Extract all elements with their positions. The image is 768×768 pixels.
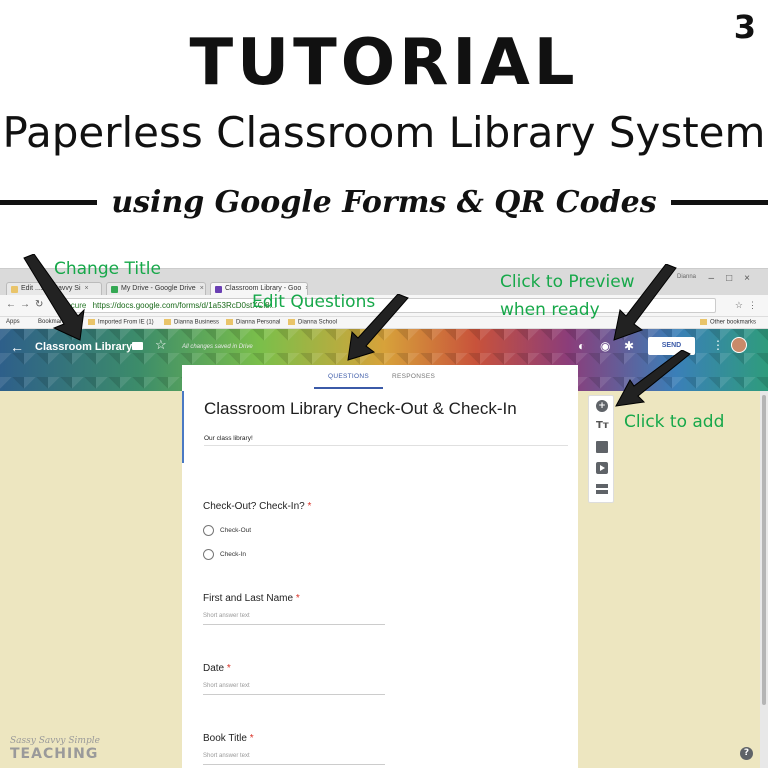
tagline: using Google Forms & QR Codes	[111, 184, 657, 220]
option-label: Check-Out	[220, 527, 252, 534]
url-text: https://docs.google.com/forms/d/1a53RcD0…	[92, 301, 277, 310]
add-question-icon[interactable]: +	[596, 400, 608, 412]
section-icon[interactable]	[596, 484, 608, 494]
option-label: Check-In	[220, 551, 247, 558]
tab-questions[interactable]: QUESTIONS	[314, 373, 383, 389]
radio-check-out[interactable]	[203, 525, 214, 536]
browser-tab[interactable]: My Drive - Google Drive ×	[106, 282, 206, 295]
scrollbar[interactable]	[760, 391, 768, 768]
close-icon[interactable]: ×	[305, 285, 307, 292]
palette-icon[interactable]: ◐	[578, 339, 585, 353]
title-text-icon[interactable]: Tт	[596, 420, 609, 432]
window-controls[interactable]: –□×	[709, 273, 762, 284]
avatar[interactable]	[731, 337, 747, 353]
image-icon[interactable]	[596, 441, 608, 453]
tab-label: My Drive - Google Drive	[121, 285, 196, 292]
folder-icon	[288, 319, 295, 325]
tagline-row: using Google Forms & QR Codes	[0, 182, 768, 222]
arrow-add	[615, 350, 691, 407]
tutorial-title: TUTORIAL	[189, 26, 579, 100]
tab-favicon-icon	[11, 286, 18, 293]
question-toolbar: + Tт	[588, 395, 614, 503]
star-icon[interactable]: ☆	[155, 337, 167, 353]
form-title-block[interactable]: Classroom Library Check-Out & Check-In O…	[182, 391, 578, 463]
more-options-icon[interactable]: ⋮	[712, 338, 724, 352]
close-icon[interactable]: ×	[200, 285, 204, 292]
form-tabs: QUESTIONS RESPONSES	[182, 365, 578, 391]
form-editor-card: Classroom Library Check-Out & Check-In O…	[182, 391, 578, 768]
form-description[interactable]: Our class library!	[204, 435, 253, 442]
short-answer-field[interactable]: Short answer text	[203, 613, 385, 625]
back-icon[interactable]: ←	[6, 299, 16, 310]
question-name[interactable]: First and Last Name *	[203, 593, 300, 604]
bookmark-folder[interactable]: Imported From IE (1)	[88, 319, 154, 326]
question-date[interactable]: Date *	[203, 663, 231, 674]
scrollbar-thumb[interactable]	[762, 395, 766, 705]
question-checkout-checkin[interactable]: Check-Out? Check-In? *	[203, 501, 311, 512]
annotation-edit-questions: Edit Questions	[252, 292, 376, 312]
folder-icon	[88, 319, 95, 325]
drive-icon	[111, 286, 118, 293]
annotation-preview-line1: Click to Preview	[500, 272, 635, 292]
watermark-logo: Sassy Savvy Simple TEACHING	[6, 736, 126, 766]
save-status: All changes saved in Drive	[182, 344, 253, 350]
annotation-preview-line2: when ready	[500, 300, 600, 320]
folder-icon	[700, 319, 707, 325]
divider-right	[670, 199, 768, 205]
bookmark-folder[interactable]: Dianna Business	[164, 319, 219, 326]
annotation-change-title: Change Title	[54, 259, 161, 279]
tutorial-subtitle: Paperless Classroom Library System	[2, 108, 766, 157]
divider	[204, 445, 568, 446]
video-icon[interactable]	[596, 462, 608, 474]
tab-label: Classroom Library - Goo	[225, 285, 302, 292]
required-mark: *	[295, 593, 300, 604]
folder-icon[interactable]	[132, 342, 143, 350]
short-answer-field[interactable]: Short answer text	[203, 683, 385, 695]
extension-icons[interactable]: ☆⋮	[735, 300, 762, 311]
folder-icon	[226, 319, 233, 325]
forms-icon	[215, 286, 222, 293]
other-bookmarks[interactable]: Other bookmarks	[700, 319, 756, 326]
form-title[interactable]: Classroom Library Check-Out & Check-In	[204, 399, 517, 419]
watermark-line2: TEACHING	[10, 746, 99, 762]
help-icon[interactable]: ?	[740, 747, 753, 760]
question-book-title[interactable]: Book Title *	[203, 733, 254, 744]
short-answer-field[interactable]: Short answer text	[203, 753, 385, 765]
folder-icon	[164, 319, 171, 325]
required-mark: *	[249, 733, 254, 744]
bookmark-folder[interactable]: Dianna Personal	[226, 319, 280, 326]
bookmark-folder[interactable]: Dianna School	[288, 319, 337, 326]
annotation-click-to-add: Click to add	[624, 412, 725, 432]
required-mark: *	[226, 663, 231, 674]
divider-left	[0, 199, 98, 205]
radio-check-in[interactable]	[203, 549, 214, 560]
watermark-line1: Sassy Savvy Simple	[10, 736, 100, 746]
required-mark: *	[307, 501, 312, 512]
tab-responses[interactable]: RESPONSES	[392, 373, 435, 380]
